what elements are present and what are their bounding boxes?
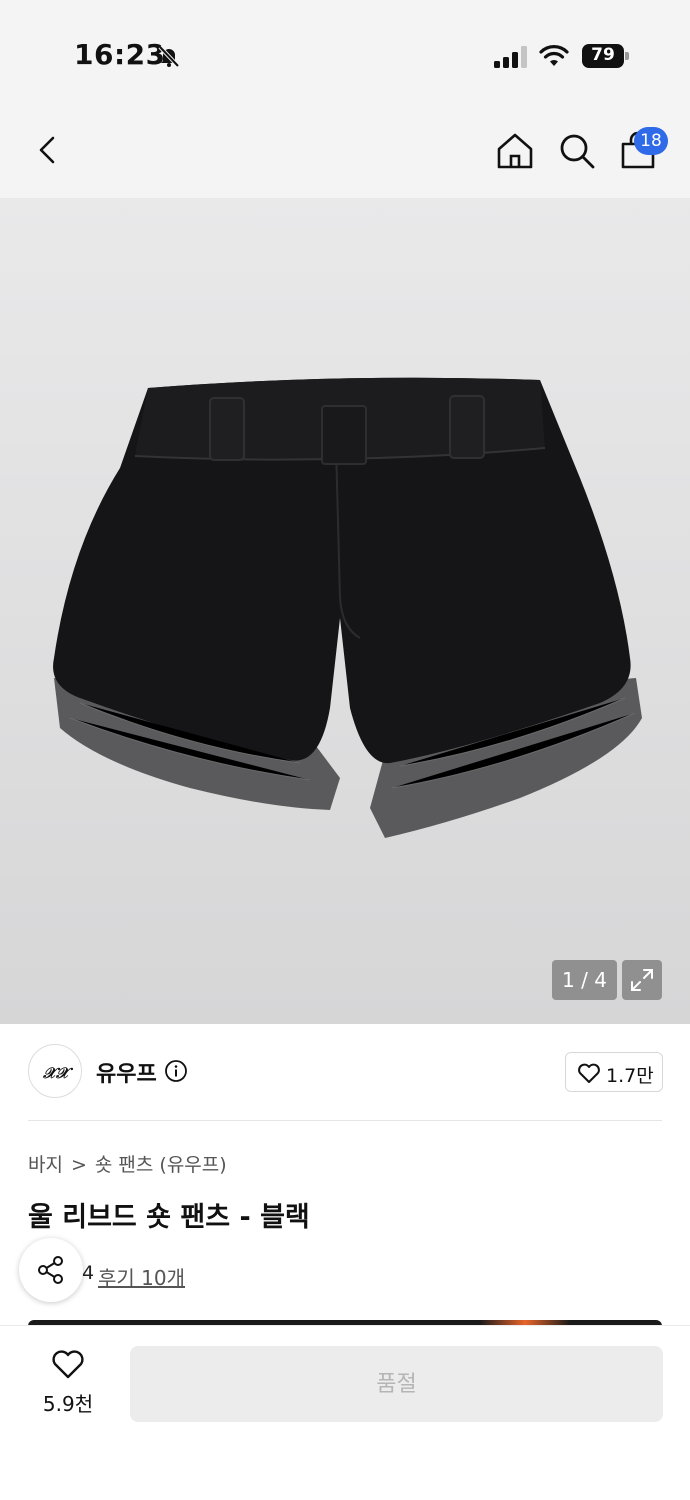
battery-tip [625,52,629,60]
cellular-signal-icon [494,46,527,68]
home-icon[interactable] [494,130,536,172]
wifi-icon [539,45,569,66]
brand-logo[interactable]: 𝒳𝒳 [28,1044,82,1098]
brand-row[interactable]: 𝒳𝒳 유우프 1.7만 [0,1024,690,1120]
wishlist-count: 5.9천 [42,1392,94,1416]
brand-name[interactable]: 유우프 [96,1056,157,1088]
search-icon[interactable] [556,130,598,172]
expand-image-button[interactable] [622,960,662,1000]
expand-icon [631,969,653,991]
battery-indicator: 79 [582,44,630,68]
bell-muted-icon [158,45,180,68]
wishlist-button[interactable]: 5.9천 [36,1348,100,1418]
image-counter: 1 / 4 [552,960,617,1000]
brand-logo-mark: 𝒳𝒳 [42,1064,74,1082]
share-icon [38,1256,63,1284]
breadcrumb-item-category[interactable]: 바지 [28,1150,63,1177]
product-photo-shorts [53,377,642,838]
cart-count-badge: 18 [634,127,668,155]
heart-outline-icon [578,1063,600,1083]
product-title: 울 리브드 숏 팬츠 - 블랙 [28,1202,310,1233]
brand-like-button[interactable]: 1.7만 [565,1052,663,1092]
share-button[interactable] [19,1238,83,1302]
info-icon[interactable] [164,1059,188,1083]
heart-outline-icon [52,1350,84,1379]
review-count-link[interactable]: 후기 10개 [98,1262,185,1291]
breadcrumb-item-subcategory[interactable]: 숏 팬츠 (유우프) [95,1150,227,1177]
brand-logo-text: 𝒳𝒳 [42,1064,74,1082]
bottom-action-bar: 5.9천 품절 [0,1325,690,1500]
status-bar: 16:23 79 [0,0,690,100]
rating-value: 4 [82,1262,95,1284]
status-time: 16:23 [74,38,166,71]
sold-out-button: 품절 [130,1346,663,1422]
section-divider [28,1120,662,1121]
battery-level: 79 [591,45,615,65]
brand-like-count: 1.7만 [606,1065,654,1087]
back-arrow-icon[interactable] [28,130,68,170]
top-nav-bar: 18 [0,100,690,198]
breadcrumb-separator: > [70,1154,87,1176]
breadcrumb: 바지 > 숏 팬츠 (유우프) [28,1150,227,1177]
product-image-gallery[interactable]: 1 / 4 [0,198,690,1024]
